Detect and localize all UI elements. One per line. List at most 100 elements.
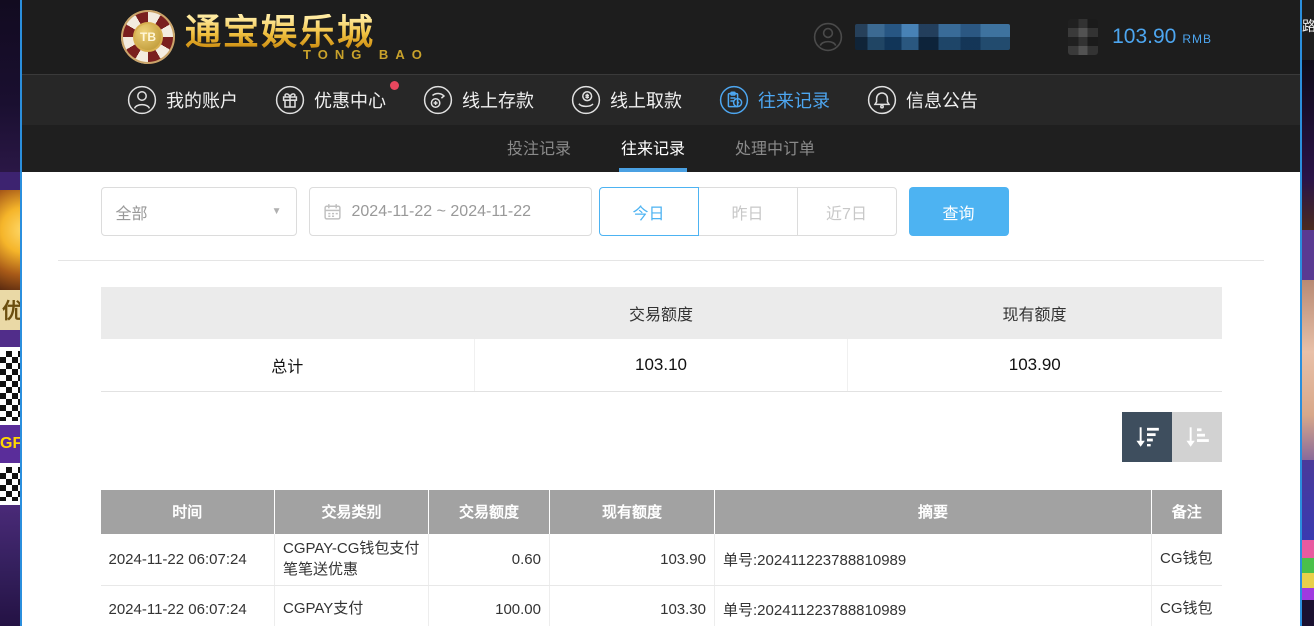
chevron-down-icon: ▼: [272, 206, 282, 217]
nav-label: 线上存款: [462, 87, 534, 113]
nav-item-transactions[interactable]: 往来记录: [719, 85, 830, 115]
cell-balance: 103.30: [550, 586, 715, 626]
deposit-icon: [423, 85, 453, 115]
site-logo[interactable]: TB 通宝娱乐城 TONG BAO: [121, 10, 429, 64]
logo-title: 通宝娱乐城: [185, 14, 429, 50]
table-row: 2024-11-22 06:07:24 CGPAY支付 100.00 103.3…: [101, 586, 1222, 626]
records-icon: [719, 85, 749, 115]
balance-currency: RMB: [1182, 32, 1212, 46]
background-candy-art: [1302, 540, 1314, 600]
section-divider: [58, 260, 1264, 261]
logo-text: 通宝娱乐城 TONG BAO: [185, 14, 429, 61]
main-frame: TB 通宝娱乐城 TONG BAO 103.90 RMB: [20, 0, 1302, 626]
summary-total-row: 总计 103.10 103.90: [101, 339, 1222, 391]
background-purple-art: [0, 505, 20, 626]
type-select[interactable]: 全部 ▼: [101, 187, 297, 236]
quick-date-group: 今日 昨日 近7日: [599, 187, 897, 236]
background-edge-char: 路: [1302, 0, 1314, 60]
nav-item-promotions[interactable]: 优惠中心: [275, 85, 386, 115]
content-area: 全部 ▼ 2024-11-22 ~ 2024-11-22: [22, 172, 1300, 626]
background-deep-purple: [1302, 60, 1314, 230]
cell-amount: 100.00: [429, 586, 550, 626]
background-purple-band2: [0, 330, 20, 347]
cell-amount: 0.60: [429, 534, 550, 586]
cell-time: 2024-11-22 06:07:24: [101, 586, 275, 626]
type-select-value: 全部: [116, 200, 148, 224]
date-range-value: 2024-11-22 ~ 2024-11-22: [352, 203, 532, 221]
records-header-row: 时间 交易类别 交易额度 现有额度 摘要 备注: [101, 490, 1222, 534]
background-promo-char: 优: [0, 290, 20, 330]
balance-display[interactable]: 103.90 RMB: [1112, 25, 1212, 49]
chip-monogram: TB: [133, 22, 163, 52]
background-character-art: [1302, 280, 1314, 460]
sort-ascending-button[interactable]: [1172, 412, 1222, 462]
summary-header-row: 交易额度 现有额度: [101, 287, 1222, 339]
cell-type: CGPAY-CG钱包支付笔笔送优惠: [275, 534, 429, 586]
tab-pending-orders[interactable]: 处理中订单: [733, 125, 817, 172]
summary-total-balance: 103.90: [848, 339, 1222, 391]
balance-amount: 103.90: [1112, 25, 1176, 49]
sort-controls: [101, 412, 1222, 462]
background-left-strip: 优 GF: [0, 0, 20, 626]
cell-time: 2024-11-22 06:07:24: [101, 534, 275, 586]
gift-icon: [275, 85, 305, 115]
summary-table: 交易额度 现有额度 总计 103.10 103.90: [101, 287, 1222, 392]
tab-label: 投注记录: [507, 135, 571, 159]
nav-label: 信息公告: [906, 87, 978, 113]
records-header-balance: 现有额度: [550, 490, 715, 534]
records-header-note: 备注: [1152, 490, 1222, 534]
qr-code-fragment-2: [0, 463, 20, 505]
summary-total-label: 总计: [101, 339, 475, 391]
background-gold-art: [0, 190, 20, 290]
tab-label: 往来记录: [621, 135, 685, 159]
secondary-tab-bar: 投注记录 往来记录 处理中订单: [22, 125, 1300, 172]
summary-header-balance: 现有额度: [848, 287, 1222, 339]
date-range-input[interactable]: 2024-11-22 ~ 2024-11-22: [309, 187, 592, 236]
nav-label: 往来记录: [758, 87, 830, 113]
account-icon: [127, 85, 157, 115]
user-area: 103.90 RMB: [813, 19, 1212, 55]
background-brand-char: GF: [0, 425, 20, 463]
records-table: 时间 交易类别 交易额度 现有额度 摘要 备注 2024-11-22 06:07…: [101, 490, 1222, 626]
cell-note: CG钱包: [1152, 534, 1222, 586]
calendar-icon: [323, 202, 342, 221]
wallet-icon-redacted: [1068, 19, 1098, 55]
logo-subtitle: TONG BAO: [185, 48, 429, 61]
nav-item-announcements[interactable]: 信息公告: [867, 85, 978, 115]
quick-yesterday-button[interactable]: 昨日: [698, 187, 798, 236]
nav-label: 我的账户: [166, 87, 238, 113]
table-row: 2024-11-22 06:07:24 CGPAY-CG钱包支付笔笔送优惠 0.…: [101, 534, 1222, 586]
cell-type: CGPAY支付: [275, 586, 429, 626]
quick-last7-button[interactable]: 近7日: [797, 187, 897, 236]
nav-item-my-account[interactable]: 我的账户: [127, 85, 238, 115]
cell-summary: 单号:202411223788810989: [715, 586, 1152, 626]
promo-char-text: 优: [2, 295, 20, 325]
tab-transaction-records[interactable]: 往来记录: [619, 125, 687, 172]
nav-item-withdraw[interactable]: 线上取款: [571, 85, 682, 115]
summary-header-empty: [101, 287, 475, 339]
qr-code-fragment: [0, 347, 20, 425]
sort-descending-button[interactable]: [1122, 412, 1172, 462]
user-avatar-icon: [813, 22, 843, 52]
background-purple-band3: [1302, 230, 1314, 280]
sort-ascending-icon: [1183, 423, 1211, 451]
records-header-amount: 交易额度: [429, 490, 550, 534]
records-header-time: 时间: [101, 490, 275, 534]
nav-item-deposit[interactable]: 线上存款: [423, 85, 534, 115]
username-redacted[interactable]: [855, 24, 1010, 50]
records-header-type: 交易类别: [275, 490, 429, 534]
withdraw-icon: [571, 85, 601, 115]
records-header-summary: 摘要: [715, 490, 1152, 534]
cell-note: CG钱包: [1152, 586, 1222, 626]
summary-total-transaction: 103.10: [475, 339, 848, 391]
query-button[interactable]: 查询: [909, 187, 1009, 236]
quick-today-button[interactable]: 今日: [599, 187, 699, 236]
brand-char-text: GF: [0, 435, 20, 453]
background-dark-segment: [0, 0, 20, 172]
notification-dot: [390, 81, 399, 90]
cell-summary: 单号:202411223788810989: [715, 534, 1152, 586]
tab-bet-records[interactable]: 投注记录: [505, 125, 573, 172]
background-right-strip: 路: [1302, 0, 1314, 626]
background-bottom-dark: [1302, 600, 1314, 626]
nav-label: 优惠中心: [314, 87, 386, 113]
